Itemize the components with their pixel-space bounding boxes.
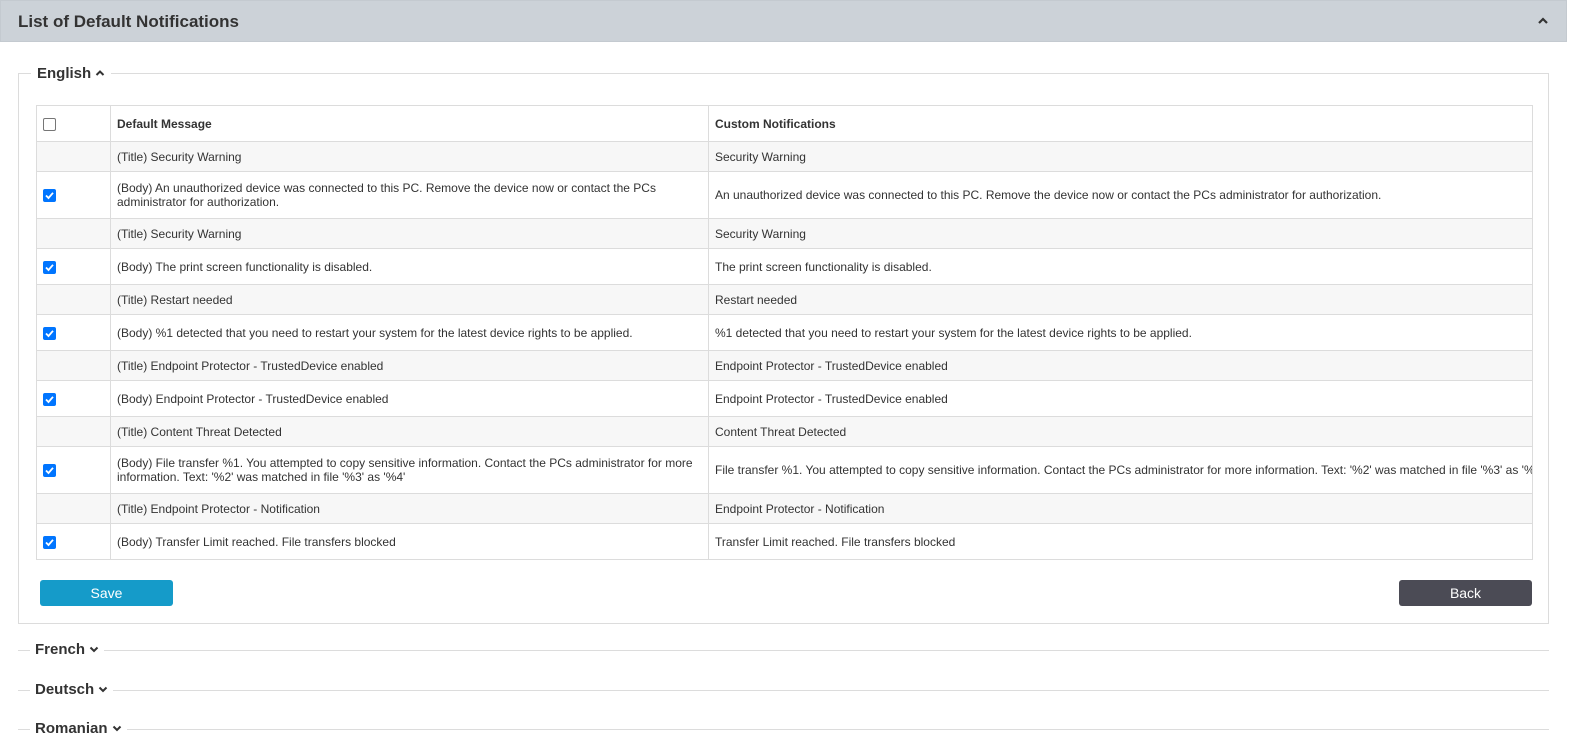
- custom-notification-input[interactable]: %1 detected that you need to restart you…: [708, 314, 1533, 351]
- romanian-toggle[interactable]: Romanian: [30, 718, 127, 740]
- custom-notification-input[interactable]: Endpoint Protector - TrustedDevice enabl…: [708, 350, 1533, 381]
- chevron-up-icon: [95, 63, 105, 76]
- column-custom-notifications: Custom Notifications: [708, 105, 1533, 142]
- column-default-message: Default Message: [110, 105, 709, 142]
- default-message-cell: (Title) Security Warning: [110, 218, 709, 249]
- default-message-cell: (Body) Endpoint Protector - TrustedDevic…: [110, 380, 709, 417]
- save-button[interactable]: Save: [40, 580, 173, 606]
- notifications-table: Default Message Custom Notifications (Ti…: [36, 105, 1533, 560]
- default-message-cell: (Title) Content Threat Detected: [110, 416, 709, 447]
- deutsch-toggle[interactable]: Deutsch: [30, 679, 114, 701]
- table-row: (Title) Content Threat Detected Content T…: [36, 416, 1533, 447]
- row-select-cell: [36, 493, 111, 524]
- french-label: French: [35, 641, 86, 658]
- row-checkbox[interactable]: [43, 392, 56, 406]
- custom-notification-input[interactable]: Restart needed: [708, 284, 1533, 315]
- custom-notification-input[interactable]: An unauthorized device was connected to …: [708, 171, 1533, 219]
- row-select-cell: [36, 141, 111, 172]
- table-row: (Body) An unauthorized device was connec…: [36, 171, 1533, 219]
- row-select-cell: [36, 380, 111, 417]
- custom-notification-input[interactable]: Endpoint Protector - Notification: [708, 493, 1533, 524]
- chevron-down-icon: [112, 718, 122, 732]
- deutsch-label: Deutsch: [35, 681, 95, 698]
- table-row: (Title) Endpoint Protector - TrustedDevi…: [36, 350, 1533, 381]
- english-section: English Default Message Custom Notificat…: [18, 63, 1549, 624]
- row-select-cell: [36, 284, 111, 315]
- custom-notification-input[interactable]: Transfer Limit reached. File transfers b…: [708, 523, 1533, 560]
- table-row: (Title) Security Warning Security Warning: [36, 218, 1533, 249]
- panel-header: List of Default Notifications: [0, 0, 1567, 42]
- row-select-cell: [36, 523, 111, 560]
- default-message-cell: (Title) Restart needed: [110, 284, 709, 315]
- default-message-cell: (Title) Endpoint Protector - TrustedDevi…: [110, 350, 709, 381]
- table-row: (Title) Restart needed Restart needed: [36, 284, 1533, 315]
- table-row: (Body) Endpoint Protector - TrustedDevic…: [36, 380, 1533, 417]
- panel-title: List of Default Notifications: [18, 12, 239, 31]
- romanian-label: Romanian: [35, 720, 108, 737]
- custom-notification-input[interactable]: Security Warning: [708, 141, 1533, 172]
- default-message-cell: (Body) The print screen functionality is…: [110, 248, 709, 285]
- table-header-row: Default Message Custom Notifications: [36, 105, 1533, 142]
- row-checkbox[interactable]: [43, 326, 56, 340]
- row-select-cell: [36, 350, 111, 381]
- custom-notification-input[interactable]: The print screen functionality is disabl…: [708, 248, 1533, 285]
- french-toggle[interactable]: French: [30, 639, 105, 661]
- row-checkbox[interactable]: [43, 189, 56, 203]
- table-row: (Body) Transfer Limit reached. File tran…: [36, 523, 1533, 560]
- custom-notification-input[interactable]: Endpoint Protector - TrustedDevice enabl…: [708, 380, 1533, 417]
- custom-notification-input[interactable]: Security Warning: [708, 218, 1533, 249]
- row-select-cell: [36, 171, 111, 219]
- default-message-cell: (Body) Transfer Limit reached. File tran…: [110, 523, 709, 560]
- row-checkbox[interactable]: [43, 535, 56, 549]
- row-checkbox[interactable]: [43, 260, 56, 274]
- row-select-cell: [36, 314, 111, 351]
- chevron-down-icon: [89, 639, 99, 653]
- table-row: (Body) %1 detected that you need to rest…: [36, 314, 1533, 351]
- table-row: (Body) The print screen functionality is…: [36, 248, 1533, 285]
- default-message-cell: (Body) File transfer %1. You attempted t…: [110, 446, 709, 494]
- default-message-cell: (Body) %1 detected that you need to rest…: [110, 314, 709, 351]
- row-checkbox[interactable]: [43, 464, 56, 478]
- chevron-down-icon: [98, 679, 108, 693]
- table-row: (Title) Endpoint Protector - Notificatio…: [36, 493, 1533, 524]
- deutsch-section: Deutsch: [18, 679, 1549, 701]
- english-label: English: [37, 65, 92, 82]
- select-all-cell: [36, 105, 111, 142]
- chevron-up-icon[interactable]: [1536, 14, 1550, 28]
- english-toggle[interactable]: English: [31, 63, 112, 85]
- default-message-cell: (Title) Endpoint Protector - Notificatio…: [110, 493, 709, 524]
- row-select-cell: [36, 446, 111, 494]
- row-select-cell: [36, 248, 111, 285]
- table-row: (Body) File transfer %1. You attempted t…: [36, 446, 1533, 494]
- romanian-section: Romanian: [18, 718, 1549, 740]
- row-select-cell: [36, 416, 111, 447]
- default-message-cell: (Body) An unauthorized device was connec…: [110, 171, 709, 219]
- row-select-cell: [36, 218, 111, 249]
- back-button[interactable]: Back: [1399, 580, 1532, 606]
- french-section: French: [18, 639, 1549, 661]
- custom-notification-input[interactable]: Content Threat Detected: [708, 416, 1533, 447]
- custom-notification-input[interactable]: File transfer %1. You attempted to copy …: [708, 446, 1533, 494]
- table-row: (Title) Security Warning Security Warning: [36, 141, 1533, 172]
- select-all-checkbox[interactable]: [43, 117, 56, 131]
- default-message-cell: (Title) Security Warning: [110, 141, 709, 172]
